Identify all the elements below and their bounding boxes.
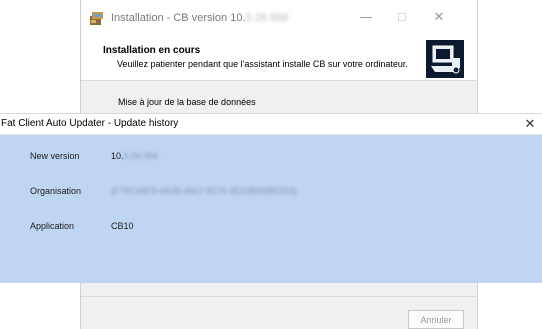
installer-heading: Installation en cours bbox=[103, 45, 201, 56]
minimize-button[interactable]: — bbox=[351, 8, 381, 28]
installer-status-text: Mise à jour de la base de données bbox=[118, 97, 256, 107]
installer-title: Installation - CB version 10.5.26.956 bbox=[111, 12, 289, 24]
updater-title: Fat Client Auto Updater - Update history bbox=[1, 118, 179, 129]
new-version-value: 10.5.26.956 bbox=[111, 151, 159, 161]
cancel-button[interactable]: Annuler bbox=[408, 310, 464, 329]
installer-titlebar: Installation - CB version 10.5.26.956 — … bbox=[81, 0, 477, 38]
footer-divider bbox=[81, 296, 477, 297]
organisation-value: {F79C48F9-4A38-4667-8076-3E53B96BE553} bbox=[111, 186, 297, 196]
installer-subheading: Veuillez patienter pendant que l'assista… bbox=[117, 59, 408, 69]
new-version-label: New version bbox=[30, 151, 80, 161]
organisation-label: Organisation bbox=[30, 186, 82, 196]
application-label: Application bbox=[30, 221, 75, 231]
updater-dialog: Fat Client Auto Updater - Update history… bbox=[0, 113, 542, 283]
application-value: CB10 bbox=[111, 221, 134, 231]
installer-header: Installation en cours Veuillez patienter… bbox=[81, 38, 477, 81]
installer-package-icon bbox=[89, 10, 105, 26]
computer-install-icon bbox=[426, 40, 464, 78]
maximize-button[interactable]: ☐ bbox=[387, 8, 417, 28]
updater-close-button[interactable]: ✕ bbox=[520, 115, 540, 135]
installer-close-button[interactable]: ✕ bbox=[424, 8, 454, 28]
updater-titlebar: Fat Client Auto Updater - Update history… bbox=[0, 113, 542, 135]
